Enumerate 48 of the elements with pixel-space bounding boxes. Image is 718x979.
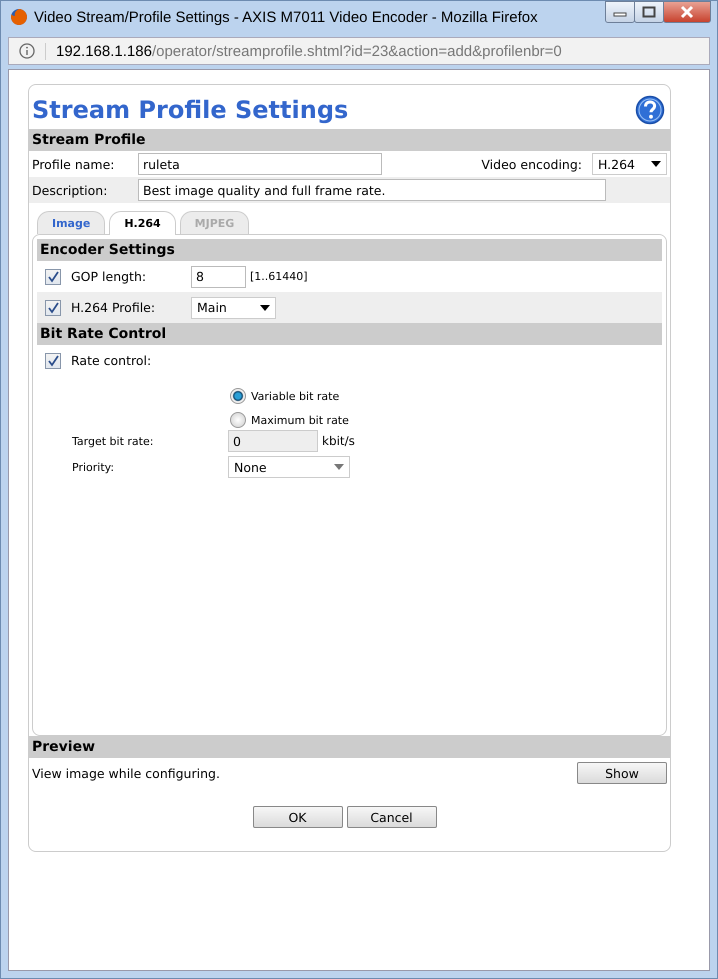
- maximize-button[interactable]: [634, 1, 664, 23]
- tab[interactable]: H.264: [109, 211, 176, 235]
- show-button[interactable]: Show: [577, 762, 667, 784]
- maximize-icon: [642, 6, 656, 18]
- address-bar[interactable]: 192.168.1.186/operator/streamprofile.shtml?id=23&action=add&profilenbr=0: [8, 37, 710, 65]
- window-title: Video Stream/Profile Settings - AXIS M7011 Video Encoder - Mozilla Firefox: [34, 8, 539, 26]
- field-label: Priority:: [72, 460, 116, 474]
- unit-label: kbit/s: [322, 434, 355, 448]
- range-hint: [1..61440]: [250, 270, 308, 283]
- dialog-button[interactable]: OK: [252, 806, 342, 828]
- checkbox[interactable]: [45, 352, 61, 368]
- url-text: 192.168.1.186/operator/streamprofile.shtml?id=23&action=add&profilenbr=0: [45, 42, 562, 60]
- caret-icon: [334, 464, 344, 470]
- dialog-button[interactable]: Cancel: [346, 806, 436, 828]
- field-label: GOP length:: [71, 269, 148, 284]
- page-title: Stream Profile Settings: [32, 96, 348, 124]
- checkbox[interactable]: [45, 300, 61, 316]
- minimize-button[interactable]: [605, 1, 635, 23]
- field-label: Profile name:: [32, 156, 116, 172]
- checkbox[interactable]: [45, 268, 61, 284]
- caret-icon: [260, 304, 270, 310]
- priority-dropdown[interactable]: None: [228, 456, 350, 478]
- section-header: Preview: [29, 736, 670, 758]
- radio-label: Maximum bit rate: [251, 414, 349, 426]
- profile-dropdown[interactable]: Main: [191, 296, 276, 318]
- radio-button[interactable]: [230, 412, 246, 428]
- field-label: Rate control:: [71, 353, 152, 368]
- preview-text: View image while configuring.: [32, 766, 220, 780]
- section-header: Bit Rate Control: [37, 323, 662, 345]
- close-button[interactable]: [663, 1, 711, 23]
- field-label: Description:: [32, 182, 108, 198]
- section-header: Encoder Settings: [37, 239, 662, 261]
- section-header: Stream Profile: [29, 129, 670, 151]
- radio-button[interactable]: [230, 388, 246, 404]
- radio-label: Variable bit rate: [251, 390, 340, 402]
- gop-length-field[interactable]: 8: [191, 266, 246, 288]
- info-icon: [19, 43, 35, 59]
- tab[interactable]: Image: [37, 211, 106, 234]
- help-icon[interactable]: [635, 95, 665, 125]
- field-label: Target bit rate:: [72, 434, 154, 448]
- field-label: H.264 Profile:: [71, 300, 156, 315]
- field-label: Video encoding:: [481, 156, 582, 172]
- browser-logo-icon: [10, 8, 28, 26]
- caret-icon: [651, 161, 661, 167]
- close-icon: [679, 5, 695, 19]
- description-field[interactable]: Best image quality and full frame rate.: [138, 179, 606, 201]
- video-encoding-dropdown[interactable]: H.264: [592, 153, 667, 175]
- profile-name-field[interactable]: ruleta: [138, 153, 382, 175]
